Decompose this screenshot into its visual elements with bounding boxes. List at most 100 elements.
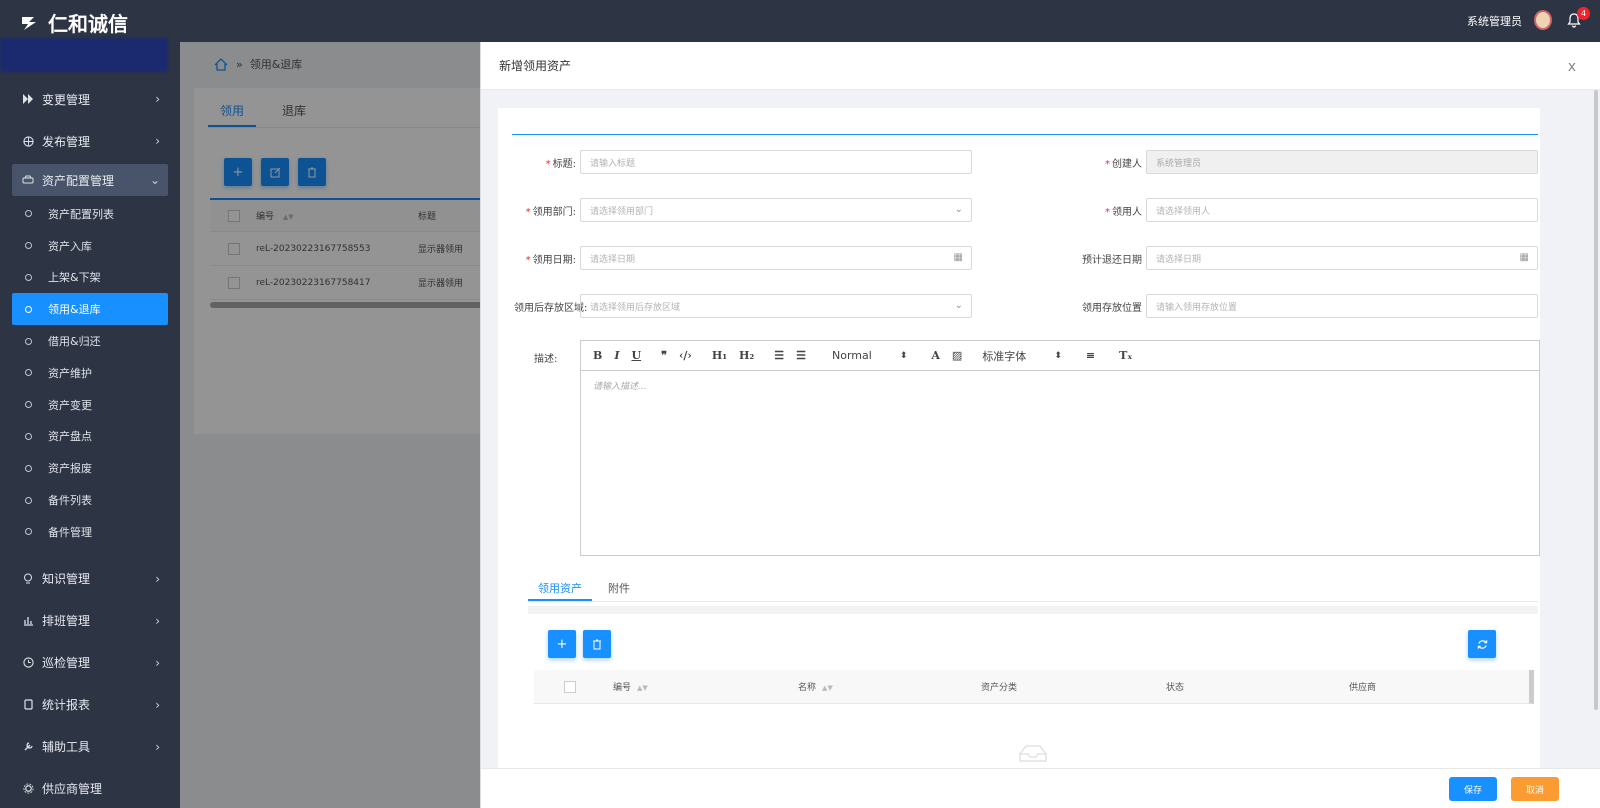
close-icon[interactable]: x (1568, 59, 1576, 75)
ordered-list-icon[interactable]: ☰ (774, 349, 784, 362)
sidebar-subitem[interactable]: 备件管理 (0, 516, 180, 548)
dot-icon (25, 369, 32, 377)
divider (512, 134, 1538, 135)
field-receiver: * 领用人 请选择领用人 (1080, 198, 1538, 222)
creator-input: 系统管理员 (1146, 150, 1538, 174)
chevron-right-icon: › (155, 613, 160, 628)
updown-icon: ⬍ (899, 350, 908, 361)
sidebar-item-release[interactable]: 发布管理 › (0, 120, 180, 162)
sidebar-subitem[interactable]: 资产维护 (0, 357, 180, 389)
sidebar-subitem-label: 备件列表 (48, 494, 92, 508)
description-input[interactable]: 请输入描述... (581, 371, 1539, 400)
bulb-icon (22, 573, 34, 585)
placeholder-text: 请选择领用后存放区域 (590, 302, 681, 313)
field-title-label: * 标题: (545, 158, 576, 170)
return-date-picker[interactable]: 请选择日期 ▦ (1146, 246, 1538, 270)
dot-icon (25, 210, 32, 218)
location-input[interactable]: 请输入领用存放位置 (1146, 294, 1538, 318)
dept-select[interactable]: 请选择领用部门 ⌄ (580, 198, 972, 222)
sidebar-item-inspection[interactable]: 巡检管理 › (0, 642, 180, 684)
add-asset-button[interactable]: + (548, 630, 576, 658)
column-name[interactable]: 名称 ▲▼ (798, 680, 981, 693)
sidebar-subitem-label: 借用&归还 (48, 335, 101, 349)
field-date-label: * 领用日期: (525, 254, 576, 266)
align-icon[interactable]: ≡ (1086, 349, 1095, 362)
sort-icon: ▲▼ (822, 684, 833, 692)
sidebar-subitem-active[interactable]: 领用&退库 (12, 293, 168, 326)
column-label: 名称 (798, 683, 817, 693)
cancel-button[interactable]: 取消 (1511, 777, 1559, 801)
title-input[interactable]: 请输入标题 (580, 150, 972, 174)
h1-icon[interactable]: H₁ (712, 349, 727, 362)
h2-icon[interactable]: H₂ (739, 349, 754, 362)
sidebar-item-knowledge[interactable]: 知识管理 › (0, 558, 180, 600)
sidebar-item-change[interactable]: 变更管理 › (0, 78, 180, 120)
format-value: Normal (832, 349, 872, 362)
field-receiver-label: * 领用人 (1105, 206, 1142, 218)
sidebar-item-label: 变更管理 (42, 92, 91, 107)
fast-forward-icon (22, 93, 34, 105)
sidebar-item-tools[interactable]: 辅助工具 › (0, 726, 180, 768)
field-dept-label: * 领用部门: (525, 206, 576, 218)
sidebar-item-schedule[interactable]: 排班管理 › (0, 600, 180, 642)
underline-icon[interactable]: U (631, 349, 641, 362)
clear-format-icon[interactable]: Tₓ (1119, 349, 1132, 362)
sidebar-item-report[interactable]: 统计报表 › (0, 684, 180, 726)
select-all-checkbox[interactable] (564, 680, 576, 693)
save-button[interactable]: 保存 (1449, 777, 1497, 801)
modal-overlay[interactable] (180, 42, 480, 808)
chevron-right-icon: › (155, 739, 160, 754)
date-picker[interactable]: 请选择日期 ▦ (580, 246, 972, 270)
logo[interactable]: 仁和诚信 (0, 0, 180, 44)
sidebar-item-supplier[interactable]: 供应商管理 (0, 768, 180, 808)
placeholder-text: 请选择日期 (1156, 254, 1202, 265)
sidebar-subitem[interactable]: 上架&下架 (0, 262, 180, 294)
sidebar-subitem-label: 资产盘点 (48, 430, 92, 444)
avatar[interactable] (1534, 10, 1552, 30)
column-id[interactable]: 编号 ▲▼ (613, 680, 798, 693)
sidebar-subitem[interactable]: 资产入库 (0, 230, 180, 262)
quote-icon[interactable]: ❞ (661, 349, 667, 362)
sidebar-subitem[interactable]: 资产变更 (0, 389, 180, 421)
delete-asset-button[interactable] (583, 630, 611, 658)
background-color-icon[interactable]: ▨ (952, 349, 962, 362)
code-icon[interactable]: ‹/› (679, 349, 692, 362)
dot-icon (25, 305, 32, 313)
italic-icon[interactable]: I (614, 349, 619, 362)
receiver-input[interactable]: 请选择领用人 (1146, 198, 1538, 222)
updown-icon: ⬍ (1054, 350, 1062, 361)
tab-borrowed-assets[interactable]: 领用资产 (528, 574, 592, 601)
column-status: 状态 (1166, 683, 1185, 693)
field-return-date: 预计退还日期 请选择日期 ▦ (1080, 246, 1538, 270)
sidebar-subitem-label: 资产入库 (48, 239, 92, 253)
column-supplier: 供应商 (1349, 683, 1377, 693)
chevron-right-icon: › (155, 92, 160, 106)
chevron-down-icon: ⌄ (149, 173, 160, 187)
tab-attachments[interactable]: 附件 (598, 574, 640, 601)
logo-text: 仁和诚信 (48, 11, 128, 36)
field-title: * 标题: 请输入标题 (514, 150, 972, 174)
user-name[interactable]: 系统管理员 (1467, 13, 1522, 29)
dot-icon (25, 496, 32, 504)
bold-icon[interactable]: B (593, 349, 602, 362)
drawer-title: 新增领用资产 (499, 59, 572, 73)
sidebar-subitem[interactable]: 资产报废 (0, 452, 180, 484)
font-color-icon[interactable]: A (931, 349, 940, 362)
bullet-list-icon[interactable]: ☰ (796, 349, 806, 362)
chevron-down-icon: ⌄ (954, 204, 963, 215)
column-label: 编号 (613, 683, 632, 693)
sidebar-subitem[interactable]: 备件列表 (0, 484, 180, 516)
refresh-button[interactable] (1468, 630, 1496, 658)
dot-icon (25, 242, 32, 250)
vertical-scrollbar[interactable] (1594, 90, 1598, 710)
sidebar-subitem[interactable]: 资产盘点 (0, 421, 180, 453)
area-select[interactable]: 请选择领用后存放区域 ⌄ (580, 294, 972, 318)
format-select[interactable]: Normal ⬍ (832, 349, 907, 362)
font-select[interactable]: 标准字体 ⬍ (982, 348, 1062, 364)
sidebar-subitem[interactable]: 资产配置列表 (0, 198, 180, 230)
sidebar-item-asset-config[interactable]: 资产配置管理 ⌄ (12, 164, 168, 196)
table-header: 编号 ▲▼ 名称 ▲▼ 资产分类 状态 供应商 (534, 670, 1534, 704)
sidebar-subitem[interactable]: 借用&归还 (0, 325, 180, 357)
calendar-icon: ▦ (1519, 252, 1529, 263)
dot-icon (25, 528, 32, 536)
